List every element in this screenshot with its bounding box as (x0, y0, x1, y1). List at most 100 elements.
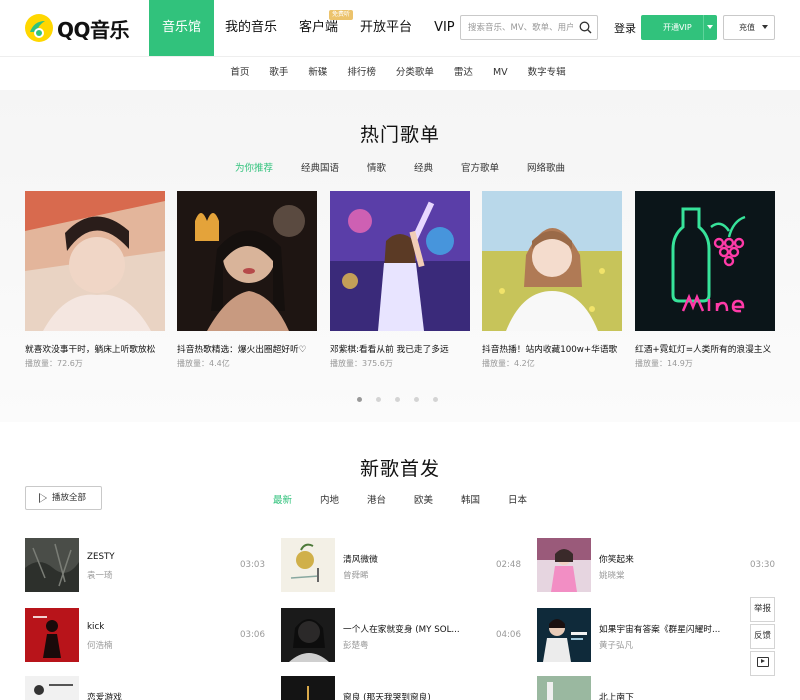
song-name[interactable]: kick (87, 622, 104, 632)
song-name[interactable]: ZESTY (87, 552, 115, 562)
song-name[interactable]: 恋爱游戏 (87, 690, 122, 700)
cover-art (537, 676, 591, 700)
top-header: QQ音乐 音乐馆 我的音乐 客户端 免费听 开放平台 VIP 登录 开通VIP … (0, 0, 800, 56)
song-artist[interactable]: 曾舜晞 (343, 569, 369, 581)
search-icon[interactable] (579, 21, 592, 34)
playlist-title[interactable]: 抖音热播！站内收藏100w+华语歌 (482, 342, 622, 355)
subnav-radar[interactable]: 雷达 (444, 57, 483, 90)
charge-label: 充值 (739, 23, 755, 32)
nav-my-music[interactable]: 我的音乐 (214, 0, 288, 56)
playlist-card[interactable]: 抖音热播！站内收藏100w+华语歌 播放量：4.2亿 (482, 191, 622, 369)
tab-hk-tw[interactable]: 港台 (353, 492, 400, 506)
song-item[interactable]: 北上南下 (537, 676, 742, 700)
song-cover[interactable] (537, 676, 591, 700)
song-name[interactable]: 北上南下 (599, 690, 634, 700)
cover-art (281, 538, 335, 592)
song-item[interactable]: 你笑起来 姚晓棠 03:30 (537, 538, 775, 592)
subnav-home[interactable]: 首页 (220, 57, 259, 90)
main-nav: 音乐馆 我的音乐 客户端 免费听 开放平台 VIP (149, 0, 466, 56)
tab-internet-songs[interactable]: 网络歌曲 (513, 160, 579, 174)
tab-classics[interactable]: 经典 (400, 160, 447, 174)
song-cover[interactable] (25, 676, 79, 700)
charge-button[interactable]: 充值 (723, 15, 775, 40)
carousel-dot[interactable] (376, 397, 381, 402)
song-artist[interactable]: 黄子弘凡 (599, 639, 633, 651)
subnav-categories[interactable]: 分类歌单 (386, 57, 444, 90)
playlist-card[interactable]: 就喜欢没事干时，躺床上听歌放松 播放量：72.6万 (25, 191, 165, 369)
song-name[interactable]: 如果宇宙有答案《群星闪耀时... (599, 622, 720, 635)
song-cover[interactable] (537, 608, 591, 662)
play-count: 播放量：375.6万 (330, 359, 393, 368)
chevron-down-icon[interactable] (707, 25, 713, 29)
song-artist[interactable]: 姚晓棠 (599, 569, 625, 581)
song-item[interactable]: ZESTY 袁一琦 03:03 (25, 538, 265, 592)
song-item[interactable]: 一个人在家就变身 (MY SOL... 彭楚粤 04:06 (281, 608, 521, 662)
song-name[interactable]: 一个人在家就变身 (MY SOL... (343, 622, 460, 635)
carousel-dot[interactable] (433, 397, 438, 402)
nav-open-platform[interactable]: 开放平台 (349, 0, 423, 56)
song-cover[interactable] (281, 538, 335, 592)
song-cover[interactable] (25, 608, 79, 662)
song-name[interactable]: 清风微微 (343, 552, 378, 565)
carousel-dot[interactable] (414, 397, 419, 402)
cover-art (330, 191, 470, 331)
subnav-singers[interactable]: 歌手 (259, 57, 298, 90)
tab-japanese[interactable]: 日本 (494, 492, 541, 506)
login-link[interactable]: 登录 (614, 20, 636, 36)
playlist-title[interactable]: 红酒+霓虹灯=人类所有的浪漫主义 (635, 342, 775, 355)
song-cover[interactable] (281, 676, 335, 700)
song-cover[interactable] (537, 538, 591, 592)
playlist-cover[interactable] (635, 191, 775, 331)
song-item[interactable]: kick 何浩楠 03:06 (25, 608, 265, 662)
song-artist[interactable]: 彭楚粤 (343, 639, 369, 651)
song-item[interactable]: 清风微微 曾舜晞 02:48 (281, 538, 521, 592)
playlist-title[interactable]: 就喜欢没事干时，躺床上听歌放松 (25, 342, 165, 355)
tab-recommended[interactable]: 为你推荐 (221, 160, 287, 174)
playlist-card[interactable]: 抖音热歌精选：爆火出圈超好听♡ 播放量：4.4亿 (177, 191, 317, 369)
tab-western[interactable]: 欧美 (400, 492, 447, 506)
subnav-digital-albums[interactable]: 数字专辑 (518, 57, 576, 90)
tab-love-songs[interactable]: 情歌 (353, 160, 400, 174)
cover-art (537, 608, 591, 662)
song-duration: 03:30 (749, 560, 775, 570)
playlist-title[interactable]: 抖音热歌精选：爆火出圈超好听♡ (177, 342, 317, 355)
nav-music-hall[interactable]: 音乐馆 (149, 0, 215, 56)
playlist-cover[interactable] (25, 191, 165, 331)
play-count: 播放量：72.6万 (25, 359, 83, 368)
playlist-cover[interactable] (482, 191, 622, 331)
video-button[interactable] (750, 651, 775, 676)
tab-official[interactable]: 官方歌单 (447, 160, 513, 174)
song-cover[interactable] (25, 538, 79, 592)
subnav-new-albums[interactable]: 新碟 (298, 57, 337, 90)
feedback-button[interactable]: 反馈 (750, 624, 775, 649)
song-artist[interactable]: 何浩楠 (87, 639, 113, 651)
search-input[interactable] (461, 16, 573, 39)
carousel-dot[interactable] (395, 397, 400, 402)
playlist-cover[interactable] (330, 191, 470, 331)
song-item[interactable]: 如果宇宙有答案《群星闪耀时... 黄子弘凡 (537, 608, 742, 662)
playlist-cover[interactable] (177, 191, 317, 331)
tab-latest[interactable]: 最新 (259, 492, 306, 506)
open-vip-button[interactable]: 开通VIP (641, 15, 717, 40)
song-name[interactable]: 窗良 (那天我哭到窗良) (343, 690, 431, 700)
qq-music-logo[interactable]: QQ音乐 (24, 12, 130, 44)
playlist-title[interactable]: 邓紫棋:看看从前 我已走了多远 (330, 342, 470, 355)
carousel-dot[interactable] (357, 397, 362, 402)
song-cover[interactable] (281, 608, 335, 662)
tab-mainland[interactable]: 内地 (306, 492, 353, 506)
playlist-card[interactable]: 邓紫棋:看看从前 我已走了多远 播放量：375.6万 (330, 191, 470, 369)
subnav-mv[interactable]: MV (483, 57, 518, 90)
cover-art (281, 676, 335, 700)
song-item[interactable]: 恋爱游戏 (25, 676, 265, 700)
report-button[interactable]: 举报 (750, 597, 775, 622)
subnav-charts[interactable]: 排行榜 (337, 57, 386, 90)
playlist-card[interactable]: 红酒+霓虹灯=人类所有的浪漫主义 播放量：14.9万 (635, 191, 775, 369)
song-name[interactable]: 你笑起来 (599, 552, 634, 565)
tab-korean[interactable]: 韩国 (447, 492, 494, 506)
hot-playlists-section: 热门歌单 为你推荐 经典国语 情歌 经典 官方歌单 网络歌曲 就喜欢没事干时，躺… (0, 90, 800, 422)
nav-client[interactable]: 客户端 免费听 (288, 0, 354, 56)
song-artist[interactable]: 袁一琦 (87, 569, 113, 581)
song-duration: 04:06 (495, 630, 521, 640)
tab-classic-mandarin[interactable]: 经典国语 (287, 160, 353, 174)
song-item[interactable]: 窗良 (那天我哭到窗良) (281, 676, 521, 700)
